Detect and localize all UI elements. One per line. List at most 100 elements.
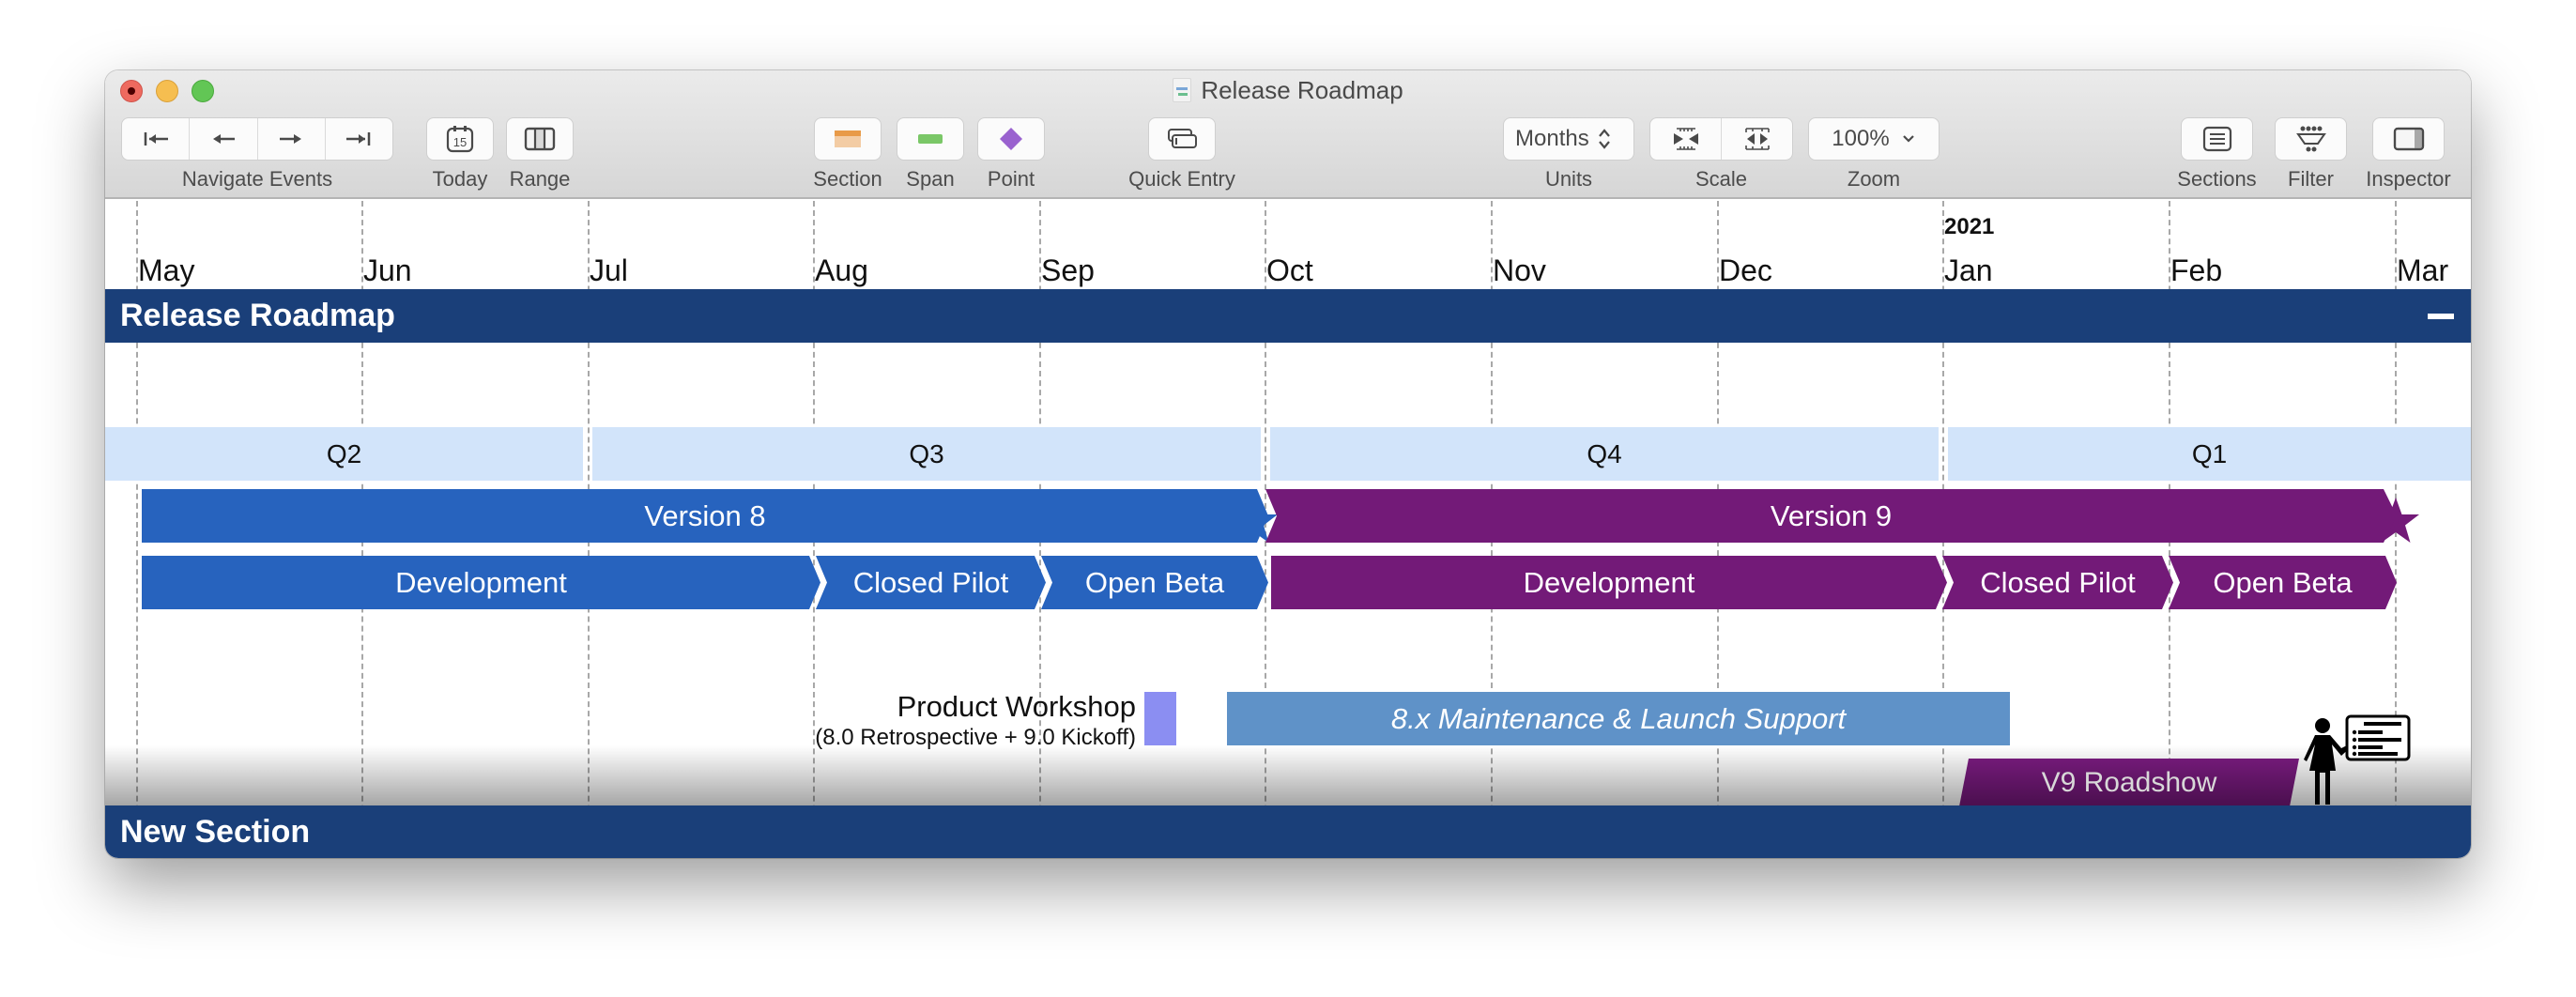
quarter-label: Q2: [326, 439, 362, 468]
add-section-button[interactable]: [814, 117, 882, 161]
quarter-label: Q4: [1587, 439, 1622, 468]
month-label: May: [138, 253, 195, 287]
zoom-label: Zoom: [1847, 167, 1901, 191]
window-title-text: Release Roadmap: [1201, 76, 1403, 104]
navigate-events-label: Navigate Events: [181, 167, 333, 191]
month-label: Jan: [1944, 253, 1993, 287]
quarter-q2[interactable]: Q2: [105, 427, 583, 481]
scale-expand-icon: [1744, 128, 1770, 150]
arrow-to-end-icon: [346, 132, 371, 146]
quarter-label: Q3: [909, 439, 944, 468]
calendar-day: 15: [453, 135, 467, 149]
section-header-new-section[interactable]: New Section: [105, 805, 2471, 858]
toolbar: Release Roadmap Navigate Events 15 Today…: [105, 70, 2471, 199]
range-button[interactable]: [506, 117, 574, 161]
range-label: Range: [509, 167, 571, 191]
previous-event-button[interactable]: [190, 118, 258, 160]
add-point-button[interactable]: [977, 117, 1045, 161]
first-event-button[interactable]: [122, 118, 191, 160]
month-label: Aug: [815, 253, 868, 287]
filter-icon: [2295, 126, 2326, 152]
calendar-icon: 15: [446, 126, 474, 153]
scale-label: Scale: [1694, 167, 1748, 191]
scale-compress-button[interactable]: [1650, 118, 1722, 160]
scale-expand-button[interactable]: [1722, 118, 1792, 160]
scale-control: [1649, 117, 1793, 161]
document-icon: [1173, 78, 1192, 102]
month-label: Mar: [2397, 253, 2449, 287]
span-label: V9 Roadshow: [2041, 767, 2217, 798]
span-version-8[interactable]: Version 8: [142, 489, 1268, 543]
sections-button[interactable]: [2181, 117, 2253, 161]
quarter-q4[interactable]: Q4: [1270, 427, 1939, 481]
section-title: Release Roadmap: [120, 298, 395, 333]
month-label: Dec: [1719, 253, 1772, 287]
span-label: Open Beta: [1084, 566, 1225, 599]
scale-compress-icon: [1673, 128, 1698, 150]
span-v9-roadshow[interactable]: V9 Roadshow: [1959, 759, 2299, 806]
span-v9-open-beta[interactable]: Open Beta: [2169, 556, 2397, 609]
filter-button[interactable]: [2275, 117, 2347, 161]
arrow-left-icon: [212, 134, 235, 144]
quarter-q3[interactable]: Q3: [592, 427, 1261, 481]
units-label: Units: [1544, 167, 1593, 191]
span-v9-development[interactable]: Development: [1271, 556, 1947, 609]
inspector-button[interactable]: [2372, 117, 2445, 161]
timeline-canvas[interactable]: 2021 May Jun Jul Aug Sep Oct Nov Dec Jan…: [105, 201, 2471, 858]
month-label: Jul: [590, 253, 628, 287]
section-header-release-roadmap[interactable]: Release Roadmap: [105, 289, 2471, 343]
diamond-icon: [1000, 128, 1022, 150]
today-label: Today: [432, 167, 488, 191]
workshop-subtitle: (8.0 Retrospective + 9.0 Kickoff): [815, 725, 1136, 750]
section-label: Section: [813, 167, 882, 191]
month-label: Jun: [363, 253, 412, 287]
units-select[interactable]: Months: [1503, 117, 1634, 161]
month-label: Sep: [1041, 253, 1095, 287]
span-label: Development: [1523, 566, 1695, 599]
add-span-button[interactable]: [897, 117, 964, 161]
minus-icon[interactable]: [2428, 314, 2454, 319]
span-8x-maintenance[interactable]: 8.x Maintenance & Launch Support: [1227, 692, 2010, 745]
span-label: Development: [395, 566, 567, 599]
span-v8-development[interactable]: Development: [142, 556, 820, 609]
chevron-down-icon: [1902, 135, 1914, 143]
zoom-select[interactable]: 100%: [1808, 117, 1940, 161]
zoom-value: 100%: [1832, 126, 1890, 151]
workshop-title: Product Workshop: [897, 690, 1136, 723]
span-label: Closed Pilot: [852, 566, 1009, 599]
list-icon: [2202, 126, 2231, 152]
units-value: Months: [1515, 126, 1589, 151]
year-label: 2021: [1944, 214, 1995, 239]
window-title: Release Roadmap: [105, 76, 2471, 104]
section-title: New Section: [120, 814, 311, 850]
span-label: Version 8: [644, 499, 766, 532]
span-label: Span: [906, 167, 955, 191]
workshop-label: Product Workshop (8.0 Retrospective + 9.…: [706, 689, 1136, 751]
presenter-icon: [2304, 714, 2411, 805]
sidebar-icon: [2393, 127, 2424, 151]
span-label: Version 9: [1770, 499, 1893, 532]
arrow-to-start-icon: [144, 132, 168, 146]
span-v8-open-beta[interactable]: Open Beta: [1041, 556, 1268, 609]
today-button[interactable]: 15: [426, 117, 494, 161]
quick-entry-button[interactable]: [1148, 117, 1216, 161]
span-product-workshop[interactable]: [1144, 692, 1176, 745]
span-label: Open Beta: [2213, 566, 2353, 599]
span-v9-closed-pilot[interactable]: Closed Pilot: [1942, 556, 2173, 609]
span-icon: [918, 134, 943, 144]
span-version-9[interactable]: Version 9: [1265, 489, 2397, 543]
sections-label: Sections: [2177, 167, 2257, 191]
quarter-label: Q1: [2191, 439, 2228, 468]
quick-entry-icon: [1168, 129, 1197, 148]
span-v8-closed-pilot[interactable]: Closed Pilot: [816, 556, 1046, 609]
span-label: 8.x Maintenance & Launch Support: [1390, 702, 1847, 735]
next-event-button[interactable]: [258, 118, 326, 160]
month-label: Feb: [2170, 253, 2223, 287]
quarter-q1[interactable]: Q1: [1948, 427, 2471, 481]
point-label: Point: [987, 167, 1035, 191]
last-event-button[interactable]: [326, 118, 392, 160]
app-window: Release Roadmap Navigate Events 15 Today…: [105, 70, 2471, 858]
month-label: Oct: [1266, 253, 1313, 287]
section-icon: [835, 130, 861, 147]
inspector-label: Inspector: [2366, 167, 2451, 191]
